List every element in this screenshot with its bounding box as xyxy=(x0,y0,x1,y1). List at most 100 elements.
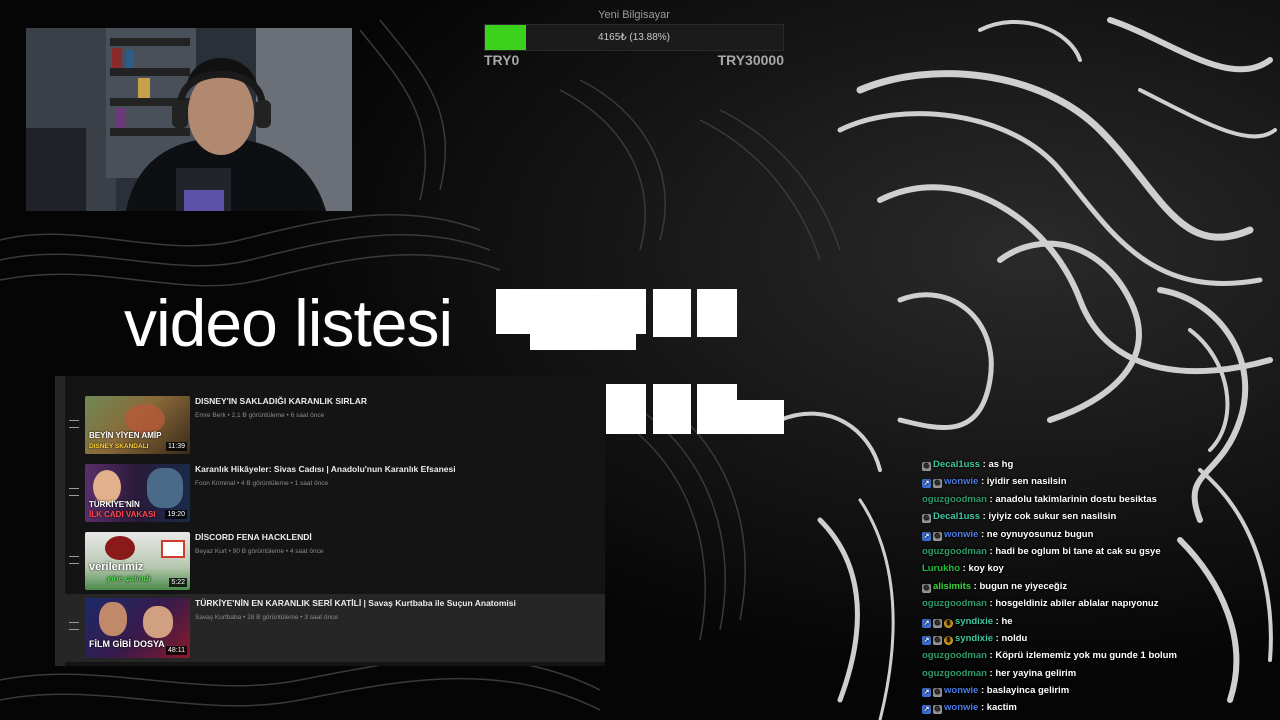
chat-username[interactable]: oguzgoodman xyxy=(922,668,987,679)
chat-badge-icon: G xyxy=(933,479,942,489)
drag-handle-icon[interactable] xyxy=(69,622,79,630)
video-title[interactable]: Karanlık Hikâyeler: Sivas Cadısı | Anado… xyxy=(195,464,456,474)
chat-badge-icon: G xyxy=(922,583,931,593)
chat-badge-icon: G xyxy=(922,514,931,524)
coin-badge-icon: $ xyxy=(944,635,953,645)
chat-message: oguzgoodman : Köprü izlememiz yok mu gun… xyxy=(922,647,1278,664)
coin-badge-icon: $ xyxy=(944,618,953,628)
chat-text: iyidir sen nasilsin xyxy=(986,476,1067,488)
video-thumbnail[interactable]: verilerimiz yine çalındı 5:22 xyxy=(85,532,190,590)
video-title[interactable]: DISNEY'IN SAKLADIĞI KARANLIK SIRLAR xyxy=(195,396,367,406)
chat-text: iyiyiz cok sukur sen nasilsin xyxy=(988,511,1117,523)
playlist-item-active[interactable]: FİLM GİBİ DOSYA 48:11 TÜRKİYE'NİN EN KAR… xyxy=(65,594,605,662)
chat-separator: : xyxy=(978,685,987,697)
drag-handle-icon[interactable] xyxy=(69,556,79,564)
chat-username[interactable]: wonwie xyxy=(944,529,978,540)
chat-separator: : xyxy=(978,702,987,714)
thumbnail-caption: verilerimiz xyxy=(89,561,144,573)
chat-message: Lurukho : koy koy xyxy=(922,560,1278,577)
video-playlist: BEYİN YİYEN AMİP DISNEY SKANDALI 11:39 D… xyxy=(55,376,605,666)
logo-block xyxy=(530,334,636,350)
chat-badge-icon: G xyxy=(933,705,942,715)
video-title[interactable]: TÜRKİYE'NİN EN KARANLIK SERİ KATİLİ | Sa… xyxy=(195,598,516,608)
video-thumbnail[interactable]: BEYİN YİYEN AMİP DISNEY SKANDALI 11:39 xyxy=(85,396,190,454)
subscriber-badge-icon: ↗ xyxy=(922,705,931,715)
donation-goal-widget: Yeni Bilgisayar 4165₺ (13.88%) TRY0 TRY3… xyxy=(484,8,784,68)
chat-message: ↗ Gwonwie : iyidir sen nasilsin xyxy=(922,473,1278,490)
thumbnail-caption: İLK CADI VAKASI xyxy=(89,510,156,519)
chat-username[interactable]: wonwie xyxy=(944,476,978,487)
chat-username[interactable]: Lurukho xyxy=(922,563,960,574)
subscriber-badge-icon: ↗ xyxy=(922,618,931,628)
playlist-item[interactable]: BEYİN YİYEN AMİP DISNEY SKANDALI 11:39 D… xyxy=(65,392,605,458)
chat-message: G Decal1uss : as hg xyxy=(922,456,1278,473)
logo-block xyxy=(496,289,646,334)
thumbnail-caption: BEYİN YİYEN AMİP xyxy=(89,431,162,440)
video-duration: 11:39 xyxy=(166,442,187,451)
chat-message: oguzgoodman : hosgeldiniz abiler ablalar… xyxy=(922,595,1278,612)
video-thumbnail[interactable]: TÜRKİYE'NİN İLK CADI VAKASI 19:20 xyxy=(85,464,190,522)
chat-message: ↗ G $ syndixie : he xyxy=(922,613,1278,630)
goal-progress-text: 4165₺ (13.88%) xyxy=(598,32,670,43)
playlist-item[interactable]: verilerimiz yine çalındı 5:22 DİSCORD FE… xyxy=(65,528,605,594)
goal-progress-bar: 4165₺ (13.88%) xyxy=(484,24,784,51)
chat-username[interactable]: wonwie xyxy=(944,685,978,696)
chat-message: ↗ Gwonwie : baslayinca gelirim xyxy=(922,682,1278,699)
chat-username[interactable]: Decal1uss xyxy=(933,459,980,470)
chat-username[interactable]: syndixie xyxy=(955,616,993,627)
chat-badge-icon: G xyxy=(933,618,942,628)
chat-username[interactable]: Decal1uss xyxy=(933,511,980,522)
chat-badge-icon: G xyxy=(922,462,931,471)
subscriber-badge-icon: ↗ xyxy=(922,531,931,541)
logo-block xyxy=(737,400,784,434)
video-meta: Emre Berk • 2,1 B görüntüleme • 6 saat ö… xyxy=(195,412,325,419)
chat-text: koy koy xyxy=(968,563,1004,575)
chat-text: he xyxy=(1001,615,1013,627)
video-meta: Foon Kriminal • 4 B görüntüleme • 1 saat… xyxy=(195,480,329,487)
chat-message: Galisimits : bugun ne yiyeceğiz xyxy=(922,578,1278,595)
chat-text: baslayinca gelirim xyxy=(986,685,1070,697)
subscriber-badge-icon: ↗ xyxy=(922,635,931,645)
goal-max-label: TRY30000 xyxy=(717,52,784,68)
thumbnail-caption: yine çalındı xyxy=(107,574,151,583)
chat-text: hadi be oglum bi tane at cak su gsye xyxy=(995,545,1161,557)
subscriber-badge-icon: ↗ xyxy=(922,688,931,698)
chat-text: noldu xyxy=(1001,632,1028,644)
chat-separator: : xyxy=(978,476,987,488)
drag-handle-icon[interactable] xyxy=(69,420,79,428)
chat-text: Köprü izlememiz yok mu gunde 1 bolum xyxy=(995,650,1177,662)
chat-message: oguzgoodman : anadolu takimlarinin dostu… xyxy=(922,491,1278,508)
thumbnail-caption: FİLM GİBİ DOSYA xyxy=(89,639,165,649)
chat-message: ↗ Gwonwie : kactim xyxy=(922,699,1278,716)
chat-username[interactable]: oguzgoodman xyxy=(922,598,987,609)
chat-message: ↗ G $ syndixie : noldu xyxy=(922,630,1278,647)
chat-username[interactable]: syndixie xyxy=(955,633,993,644)
video-thumbnail[interactable]: FİLM GİBİ DOSYA 48:11 xyxy=(85,598,190,658)
chat-badge-icon: G xyxy=(933,531,942,541)
logo-block xyxy=(697,384,737,434)
chat-username[interactable]: oguzgoodman xyxy=(922,494,987,505)
chat-badge-icon: G xyxy=(933,635,942,645)
drag-handle-icon[interactable] xyxy=(69,488,79,496)
video-title[interactable]: DİSCORD FENA HACKLENDİ xyxy=(195,532,312,542)
video-duration: 19:20 xyxy=(165,510,187,519)
video-list-title: video listesi xyxy=(124,286,453,360)
chat-text: ne oynuyosunuz bugun xyxy=(986,528,1094,540)
playlist-item[interactable]: TÜRKİYE'NİN İLK CADI VAKASI 19:20 Karanl… xyxy=(65,460,605,526)
video-meta: Beyaz Kurt • 90 B görüntüleme • 4 saat ö… xyxy=(195,548,324,555)
goal-min-label: TRY0 xyxy=(484,52,520,68)
chat-text: anadolu takimlarinin dostu besiktas xyxy=(995,493,1157,505)
chat-message: ↗ Gwonwie : ne oynuyosunuz bugun xyxy=(922,526,1278,543)
logo-block xyxy=(606,384,646,434)
thumbnail-caption: DISNEY SKANDALI xyxy=(89,443,149,450)
chat-message: G Decal1uss : iyiyiz cok sukur sen nasils… xyxy=(922,508,1278,525)
chat-separator: : xyxy=(978,528,987,540)
chat-username[interactable]: wonwie xyxy=(944,702,978,713)
logo-block xyxy=(653,384,691,434)
chat-username[interactable]: oguzgoodman xyxy=(922,650,987,661)
chat-text: bugun ne yiyeceğiz xyxy=(979,580,1068,592)
chat-message: oguzgoodman : hadi be oglum bi tane at c… xyxy=(922,543,1278,560)
chat-username[interactable]: alisimits xyxy=(933,581,971,592)
chat-text: as hg xyxy=(988,459,1014,470)
chat-username[interactable]: oguzgoodman xyxy=(922,546,987,557)
